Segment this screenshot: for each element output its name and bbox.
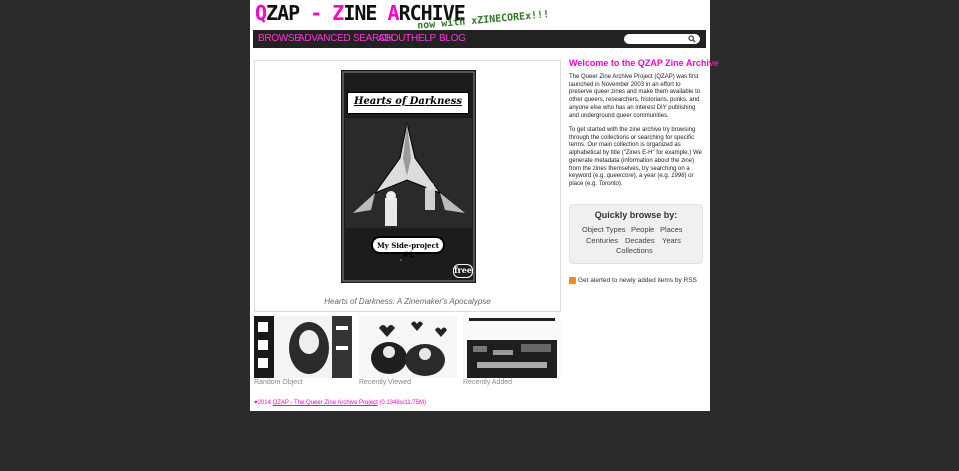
footer-stats: (0.1348s/11.75M) bbox=[377, 400, 426, 406]
cover-label-box: My Side-project #1 bbox=[371, 236, 445, 259]
welcome-paragraph-2: To get started with the zine archive try… bbox=[569, 127, 704, 189]
logo-letter: Z bbox=[332, 1, 344, 25]
cover-illustration bbox=[345, 118, 472, 228]
logo-text: ZAP bbox=[266, 1, 300, 25]
random-object-image bbox=[254, 316, 352, 378]
thumb-recently-viewed[interactable] bbox=[359, 316, 457, 378]
search-input[interactable] bbox=[628, 34, 686, 44]
logo-text: INE bbox=[343, 1, 388, 25]
quick-link-centuries[interactable]: Centuries bbox=[586, 236, 618, 245]
thumb-label-random-object[interactable]: Random Object bbox=[254, 379, 303, 386]
quick-browse-title: Quickly browse by: bbox=[594, 210, 678, 220]
quick-link-years[interactable]: Years bbox=[662, 236, 681, 245]
thumb-random-object[interactable] bbox=[254, 316, 352, 378]
p2-text: ). bbox=[618, 180, 623, 187]
logo-letter: A bbox=[387, 1, 400, 25]
search-icon[interactable] bbox=[688, 35, 696, 43]
p2-example-place: Toronto bbox=[598, 180, 619, 187]
cover-subtitle: A Zinemaker's Apocalypse bbox=[381, 104, 436, 109]
quick-link-people[interactable]: People bbox=[631, 225, 654, 234]
recently-viewed-image bbox=[359, 316, 457, 378]
quick-link-object-types[interactable]: Object Types bbox=[582, 225, 626, 234]
cover-label: My Side-project #1 bbox=[377, 241, 439, 259]
featured-object: Hearts of Darkness A Zinemaker's Apocaly… bbox=[254, 60, 561, 312]
thumb-label-recently-viewed[interactable]: Recently Viewed bbox=[359, 379, 411, 386]
rss-link[interactable]: Get alerted to newly added items by RSS bbox=[578, 277, 697, 284]
quick-link-places[interactable]: Places bbox=[660, 225, 683, 234]
footer-year: 2014 bbox=[257, 400, 273, 406]
footer-link[interactable]: QZAP - The Queer Zine Archive Project bbox=[273, 400, 378, 406]
rss-icon[interactable] bbox=[569, 277, 576, 290]
quick-link-collections[interactable]: Collections bbox=[616, 246, 653, 255]
recently-added-image bbox=[463, 316, 561, 378]
main-nav: BROWSE ADVANCED SEARCH ABOUT HELP BLOG bbox=[253, 30, 706, 48]
p2-text: To get started with the zine archive try… bbox=[569, 127, 702, 180]
featured-caption[interactable]: Hearts of Darkness: A Zinemaker's Apocal… bbox=[255, 297, 560, 306]
rss-symbol bbox=[569, 283, 576, 290]
nav-blog[interactable]: BLOG bbox=[439, 33, 466, 44]
logo-letter: Q bbox=[255, 1, 267, 25]
cover-title-box: Hearts of Darkness bbox=[347, 92, 469, 114]
featured-cover-image[interactable]: Hearts of Darkness A Zinemaker's Apocaly… bbox=[341, 70, 476, 283]
nav-browse[interactable]: BROWSE bbox=[258, 33, 301, 44]
p2-example-keyword: queercore bbox=[606, 173, 634, 180]
page-container: QZAP - ZINE ARCHIVE now with xZINECOREx!… bbox=[250, 0, 719, 411]
thumb-recently-added[interactable] bbox=[463, 316, 561, 378]
nav-help[interactable]: HELP bbox=[411, 33, 436, 44]
welcome-title: Welcome to the QZAP Zine Archive bbox=[569, 58, 719, 68]
logo-dash: - bbox=[299, 1, 333, 25]
quick-link-decades[interactable]: Decades bbox=[625, 236, 655, 245]
cover-free-badge: free bbox=[453, 264, 473, 278]
welcome-paragraph-1: The Queer Zine Archive Project (QZAP) wa… bbox=[569, 74, 701, 119]
search-box bbox=[624, 34, 700, 44]
quick-browse-box: Quickly browse by: Object Types People P… bbox=[569, 204, 703, 264]
nav-about[interactable]: ABOUT bbox=[378, 33, 411, 44]
footer: ♥2014 QZAP - The Queer Zine Archive Proj… bbox=[254, 400, 426, 406]
p2-text: ), a year (e.g. bbox=[633, 173, 672, 180]
p2-example-year: 1996 bbox=[671, 173, 685, 180]
thumb-label-recently-added[interactable]: Recently Added bbox=[463, 379, 512, 386]
